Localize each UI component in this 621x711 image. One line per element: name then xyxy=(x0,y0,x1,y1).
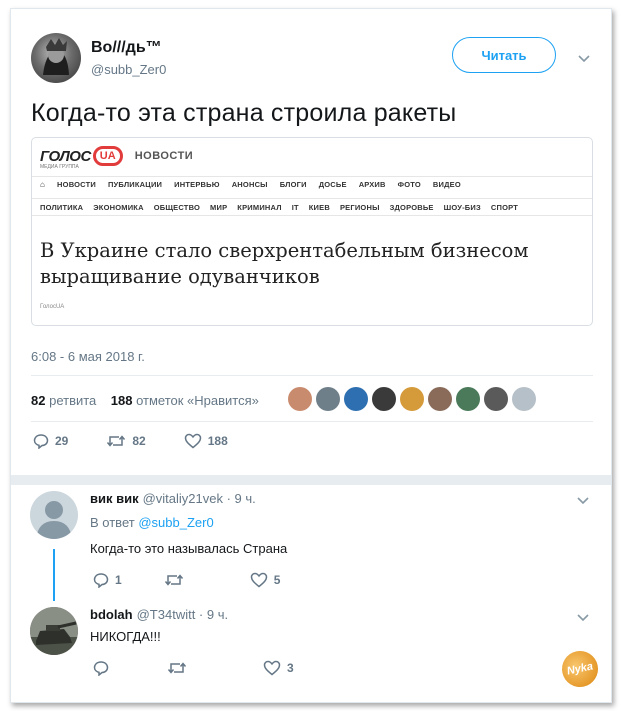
news-source: ГолосUA xyxy=(40,304,65,310)
like-button[interactable]: 5 xyxy=(250,572,281,588)
retweet-icon xyxy=(107,435,126,447)
in-reply-to: В ответ @subb_Zer0 xyxy=(90,515,214,530)
nav-item: СПОРТ xyxy=(490,202,519,212)
nav-item: ОБЩЕСТВО xyxy=(153,202,201,212)
retweets-label[interactable]: ретвита xyxy=(49,393,96,408)
author-handle[interactable]: @subb_Zer0 xyxy=(91,62,166,77)
liker-avatar[interactable] xyxy=(400,387,424,411)
tweet-text: Когда-то эта страна строила ракеты xyxy=(31,99,457,127)
author-display-name[interactable]: Во///дь™ xyxy=(91,39,162,57)
divider xyxy=(31,375,593,376)
nav-item: IT xyxy=(291,202,299,212)
nav-item: ДОСЬЕ xyxy=(318,180,347,189)
liker-avatar[interactable] xyxy=(344,387,368,411)
nav-item: ФОТО xyxy=(397,180,421,189)
likes-count[interactable]: 188 xyxy=(111,393,133,408)
retweet-count: 82 xyxy=(132,434,146,448)
nav-item: АРХИВ xyxy=(358,180,386,189)
reply-actions: 1 5 xyxy=(93,572,280,588)
divider xyxy=(31,421,593,422)
retweet-button[interactable]: 82 xyxy=(106,433,146,449)
nav-item: ПОЛИТИКА xyxy=(40,202,84,212)
retweet-icon xyxy=(164,574,183,586)
reply-author-handle[interactable]: @T34twitt · 9 ч. xyxy=(137,607,229,622)
heart-icon xyxy=(250,572,267,588)
reply-author-name[interactable]: вик вик xyxy=(90,491,139,506)
reply-icon xyxy=(33,434,49,449)
like-button[interactable]: 188 xyxy=(184,433,228,449)
nav-item: ВИДЕО xyxy=(432,180,461,189)
news-nav-bottom: ПОЛИТИКА ЭКОНОМИКА ОБЩЕСТВО МИР КРИМИНАЛ… xyxy=(32,198,592,216)
in-reply-link[interactable]: @subb_Zer0 xyxy=(138,515,213,530)
section-divider xyxy=(11,475,611,485)
reply-icon xyxy=(93,573,109,588)
liker-avatar[interactable] xyxy=(484,387,508,411)
liker-avatar[interactable] xyxy=(456,387,480,411)
home-icon: ⌂ xyxy=(40,180,46,189)
nav-item: КРИМИНАЛ xyxy=(237,202,282,212)
liker-avatar[interactable] xyxy=(316,387,340,411)
nav-item: ШОУ-БИЗ xyxy=(443,202,481,212)
in-reply-prefix: В ответ xyxy=(90,515,135,530)
likes-label[interactable]: отметок «Нравится» xyxy=(136,393,259,408)
tweet-timestamp[interactable]: 6:08 - 6 мая 2018 г. xyxy=(31,349,145,364)
likers-avatars xyxy=(288,387,536,411)
nav-item: ПУБЛИКАЦИИ xyxy=(107,180,163,189)
like-count: 188 xyxy=(207,434,228,448)
reply-text: НИКОГДА!!! xyxy=(90,629,161,644)
nav-item: ЭКОНОМИКА xyxy=(93,202,144,212)
nav-item: ЗДОРОВЬЕ xyxy=(389,202,434,212)
author-avatar[interactable] xyxy=(31,33,81,83)
logo-text: ГОЛОС xyxy=(40,147,91,165)
nav-item: БЛОГИ xyxy=(279,180,307,189)
nav-item: МИР xyxy=(210,202,228,212)
follow-button[interactable]: Читать xyxy=(452,37,556,73)
heart-icon xyxy=(263,660,281,676)
reply-author[interactable]: bdolah @T34twitt · 9 ч. xyxy=(90,607,228,622)
like-count: 3 xyxy=(287,661,294,675)
tweet-frame: Во///дь™ @subb_Zer0 Читать Когда-то эта … xyxy=(10,8,612,703)
liker-avatar[interactable] xyxy=(288,387,312,411)
reply-avatar[interactable] xyxy=(30,607,78,655)
attached-image[interactable]: ГОЛОС UA НОВОСТИ МЕДИА ГРУППА ⌂ НОВОСТИ … xyxy=(31,137,593,326)
logo-subtitle: МЕДИА ГРУППА xyxy=(40,164,79,170)
chevron-down-icon[interactable] xyxy=(577,54,591,64)
retweet-icon xyxy=(167,662,187,674)
reply-avatar[interactable] xyxy=(30,491,78,539)
logo-badge: UA xyxy=(92,146,123,166)
retweets-count[interactable]: 82 xyxy=(31,393,45,408)
reply-actions: 3 xyxy=(93,660,294,676)
nav-item: РЕГИОНЫ xyxy=(339,202,380,212)
reply-count: 29 xyxy=(55,434,69,448)
nav-item: АНОНСЫ xyxy=(231,180,268,189)
tweet-actions: 29 82 188 xyxy=(33,433,228,449)
reply-button[interactable]: 1 xyxy=(93,572,122,588)
retweet-button[interactable] xyxy=(167,660,193,676)
liker-avatar[interactable] xyxy=(428,387,452,411)
heart-icon xyxy=(184,433,201,449)
thread-line xyxy=(53,549,55,601)
like-button[interactable]: 3 xyxy=(263,660,294,676)
like-count: 5 xyxy=(273,573,281,587)
liker-avatar[interactable] xyxy=(372,387,396,411)
chevron-down-icon[interactable] xyxy=(576,496,590,506)
reply-author-handle[interactable]: @vitaliy21vek · 9 ч. xyxy=(143,491,256,506)
reply-author[interactable]: вик вик @vitaliy21vek · 9 ч. xyxy=(90,491,256,506)
chevron-down-icon[interactable] xyxy=(576,613,590,623)
reply-button[interactable] xyxy=(93,660,115,676)
liker-avatar[interactable] xyxy=(512,387,536,411)
reply-text: Когда-то это называлась Страна xyxy=(90,541,288,556)
reply-count: 1 xyxy=(115,573,122,587)
nav-item: НОВОСТИ xyxy=(57,180,96,189)
nav-item: КИЕВ xyxy=(308,202,330,212)
reply-button[interactable]: 29 xyxy=(33,433,68,449)
reply-author-name[interactable]: bdolah xyxy=(90,607,133,622)
reply-icon xyxy=(93,661,109,676)
news-nav-top: ⌂ НОВОСТИ ПУБЛИКАЦИИ ИНТЕРВЬЮ АНОНСЫ БЛО… xyxy=(32,176,592,192)
retweet-button[interactable] xyxy=(164,572,190,588)
tweet-stats: 82 ретвита 188 отметок «Нравится» xyxy=(31,393,259,408)
nav-item: ИНТЕРВЬЮ xyxy=(174,180,220,189)
logo-section: НОВОСТИ xyxy=(134,150,194,162)
news-headline: В Украине стало сверхрентабельным бизнес… xyxy=(40,239,529,288)
